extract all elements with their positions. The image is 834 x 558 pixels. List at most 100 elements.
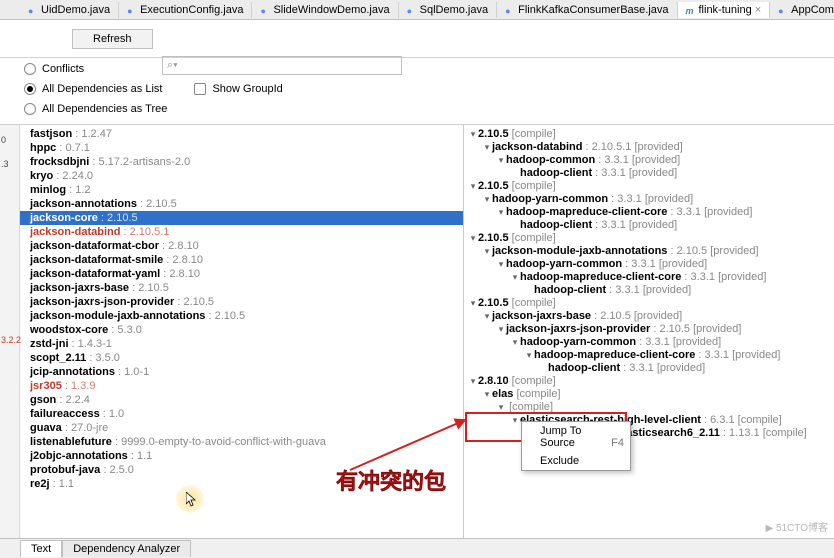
dep-jackson-databind[interactable]: jackson-databind : 2.10.5.1	[20, 225, 463, 239]
tree-node[interactable]: ▾2.10.5 [compile]	[468, 231, 830, 244]
tree-node[interactable]: ▾2.10.5 [compile]	[468, 127, 830, 140]
tree-twisty-icon[interactable]: ▾	[482, 389, 492, 400]
dep-jackson-annotations[interactable]: jackson-annotations : 2.10.5	[20, 197, 463, 211]
tab-appcommon-java[interactable]: AppCommon.java	[770, 2, 834, 18]
dep-jackson-dataformat-smile[interactable]: jackson-dataformat-smile : 2.8.10	[20, 253, 463, 267]
tab-flinkkafkaconsumerbase-java[interactable]: FlinkKafkaConsumerBase.java	[497, 2, 677, 18]
dep-hppc[interactable]: hppc : 0.7.1	[20, 141, 463, 155]
radio-conflicts[interactable]	[24, 63, 36, 75]
tree-node[interactable]: ▾jackson-databind : 2.10.5.1 [provided]	[468, 140, 830, 153]
tree-twisty-icon[interactable]: ▾	[468, 376, 478, 387]
tree-node[interactable]: hadoop-client : 3.3.1 [provided]	[468, 166, 830, 179]
tree-node[interactable]: ▾jackson-jaxrs-base : 2.10.5 [provided]	[468, 309, 830, 322]
dep-scopt_2.11[interactable]: scopt_2.11 : 3.5.0	[20, 351, 463, 365]
dep-re2j[interactable]: re2j : 1.1	[20, 477, 463, 491]
tab-slidewindowdemo-java[interactable]: SlideWindowDemo.java	[252, 2, 398, 18]
dep-frocksdbjni[interactable]: frocksdbjni : 5.17.2-artisans-2.0	[20, 155, 463, 169]
dep-jcip-annotations[interactable]: jcip-annotations : 1.0-1	[20, 365, 463, 379]
dep-zstd-jni[interactable]: zstd-jni : 1.4.3-1	[20, 337, 463, 351]
dep-guava[interactable]: guava : 27.0-jre	[20, 421, 463, 435]
tree-node-scope: [compile]	[512, 128, 556, 140]
radio-all-tree[interactable]	[24, 103, 36, 115]
tree-twisty-icon[interactable]: ▾	[482, 311, 492, 322]
tree-node[interactable]: ▾hadoop-common : 3.3.1 [provided]	[468, 153, 830, 166]
tree-twisty-icon[interactable]: ▾	[468, 298, 478, 309]
tree-node-scope: [provided]	[643, 284, 691, 296]
dep-woodstox-core[interactable]: woodstox-core : 5.3.0	[20, 323, 463, 337]
dep-listenablefuture[interactable]: listenablefuture : 9999.0-empty-to-avoid…	[20, 435, 463, 449]
dep-version: : 2.8.10	[159, 240, 199, 252]
dep-name: jackson-databind	[30, 226, 120, 238]
tree-twisty-icon[interactable]: ▾	[524, 350, 534, 361]
tree-twisty-icon[interactable]: ▾	[510, 415, 520, 426]
tree-twisty-icon[interactable]: ▾	[496, 402, 506, 413]
tree-node[interactable]: ▾hadoop-mapreduce-client-core : 3.3.1 [p…	[468, 205, 830, 218]
tree-node[interactable]: ▾elas [compile]	[468, 387, 830, 400]
refresh-button[interactable]: Refresh	[72, 29, 153, 49]
tree-node-version: : 3.3.1	[595, 154, 632, 166]
tree-node[interactable]: ▾hadoop-mapreduce-client-core : 3.3.1 [p…	[468, 348, 830, 361]
tree-node[interactable]: ▾jackson-module-jaxb-annotations : 2.10.…	[468, 244, 830, 257]
tree-twisty-icon[interactable]: ▾	[496, 324, 506, 335]
tree-node[interactable]: ▾ [compile]	[468, 400, 830, 413]
tree-node-version: : 2.10.5.1	[582, 141, 634, 153]
tree-node[interactable]: hadoop-client : 3.3.1 [provided]	[468, 283, 830, 296]
dep-version: : 1.2.47	[72, 128, 112, 140]
dep-gson[interactable]: gson : 2.2.4	[20, 393, 463, 407]
radio-all-list[interactable]	[24, 83, 36, 95]
tree-node[interactable]: ▾2.10.5 [compile]	[468, 296, 830, 309]
dep-jackson-dataformat-cbor[interactable]: jackson-dataformat-cbor : 2.8.10	[20, 239, 463, 253]
tree-node[interactable]: hadoop-client : 3.3.1 [provided]	[468, 361, 830, 374]
dep-jackson-jaxrs-base[interactable]: jackson-jaxrs-base : 2.10.5	[20, 281, 463, 295]
dep-failureaccess[interactable]: failureaccess : 1.0	[20, 407, 463, 421]
tree-twisty-icon[interactable]: ▾	[496, 155, 506, 166]
dep-protobuf-java[interactable]: protobuf-java : 2.5.0	[20, 463, 463, 477]
dep-jackson-core[interactable]: jackson-core : 2.10.5	[20, 211, 463, 225]
tree-node[interactable]: ▾2.8.10 [compile]	[468, 374, 830, 387]
tab-flink-tuning[interactable]: flink-tuning ×	[678, 2, 771, 18]
tree-node[interactable]: ▾hadoop-yarn-common : 3.3.1 [provided]	[468, 192, 830, 205]
dep-version: : 1.0-1	[115, 366, 149, 378]
dep-jackson-module-jaxb-annotations[interactable]: jackson-module-jaxb-annotations : 2.10.5	[20, 309, 463, 323]
tree-twisty-icon[interactable]: ▾	[468, 233, 478, 244]
tab-executionconfig-java[interactable]: ExecutionConfig.java	[119, 2, 252, 18]
label-all-tree: All Dependencies as Tree	[42, 103, 167, 115]
checkbox-show-groupid[interactable]	[194, 83, 206, 95]
dep-fastjson[interactable]: fastjson : 1.2.47	[20, 127, 463, 141]
tree-twisty-icon[interactable]: ▾	[482, 194, 492, 205]
dep-kryo[interactable]: kryo : 2.24.0	[20, 169, 463, 183]
tree-node[interactable]: ▾hadoop-yarn-common : 3.3.1 [provided]	[468, 257, 830, 270]
dep-name: jackson-jaxrs-base	[30, 282, 129, 294]
tree-twisty-icon[interactable]: ▾	[468, 181, 478, 192]
tab-sqldemo-java[interactable]: SqlDemo.java	[399, 2, 497, 18]
tree-twisty-icon[interactable]: ▾	[496, 259, 506, 270]
dep-version: : 1.1	[128, 450, 152, 462]
tab-dependency-analyzer[interactable]: Dependency Analyzer	[62, 540, 191, 557]
tree-node[interactable]: hadoop-client : 3.3.1 [provided]	[468, 218, 830, 231]
dep-j2objc-annotations[interactable]: j2objc-annotations : 1.1	[20, 449, 463, 463]
tree-twisty-icon[interactable]: ▾	[510, 272, 520, 283]
search-input[interactable]: ⌕▾	[162, 56, 402, 75]
dep-minlog[interactable]: minlog : 1.2	[20, 183, 463, 197]
tree-node[interactable]: ▾hadoop-mapreduce-client-core : 3.3.1 [p…	[468, 270, 830, 283]
dep-jackson-jaxrs-json-provider[interactable]: jackson-jaxrs-json-provider : 2.10.5	[20, 295, 463, 309]
dep-jackson-dataformat-yaml[interactable]: jackson-dataformat-yaml : 2.8.10	[20, 267, 463, 281]
tree-twisty-icon[interactable]: ▾	[496, 207, 506, 218]
dep-version: : 2.10.5	[129, 282, 169, 294]
tree-twisty-icon[interactable]: ▾	[468, 129, 478, 140]
tree-node[interactable]: ▾2.10.5 [compile]	[468, 179, 830, 192]
tab-uiddemo-java[interactable]: UidDemo.java	[20, 2, 119, 18]
ctx-jump-to-source[interactable]: Jump To SourceF4	[522, 422, 630, 452]
ctx-exclude[interactable]: Exclude	[522, 452, 630, 470]
tree-twisty-icon[interactable]: ▾	[510, 337, 520, 348]
dep-jsr305[interactable]: jsr305 : 1.3.9	[20, 379, 463, 393]
tree-node[interactable]: ▾jackson-jaxrs-json-provider : 2.10.5 [p…	[468, 322, 830, 335]
search-icon: ⌕▾	[167, 59, 178, 72]
dep-name: scopt_2.11	[30, 352, 86, 364]
tree-node-name: hadoop-yarn-common	[520, 336, 636, 348]
tree-twisty-icon[interactable]: ▾	[482, 246, 492, 257]
dep-name: zstd-jni	[30, 338, 69, 350]
tree-twisty-icon[interactable]: ▾	[482, 142, 492, 153]
tree-node[interactable]: ▾hadoop-yarn-common : 3.3.1 [provided]	[468, 335, 830, 348]
tab-text[interactable]: Text	[20, 540, 62, 557]
